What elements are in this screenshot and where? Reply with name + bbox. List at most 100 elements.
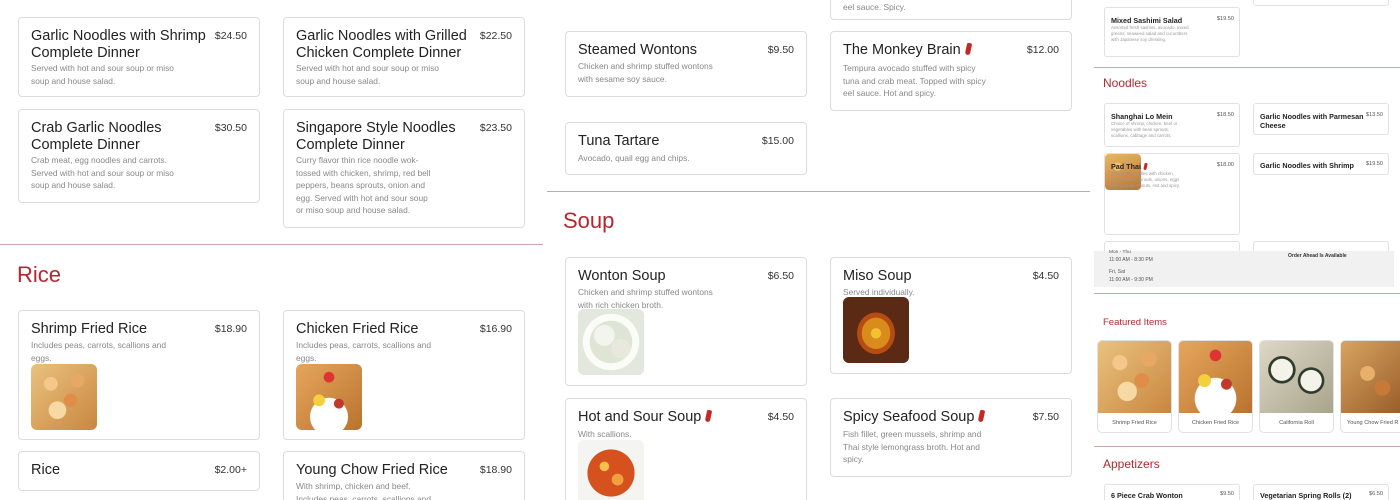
spicy-chili-icon [964,42,972,56]
menu-item-description: Fish fillet, green mussels, shrimp and T… [843,429,982,464]
menu-item-card[interactable]: Vegetarian Spring Rolls (2) $6.50 [1253,484,1389,500]
section-title-noodles: Noodles [1103,76,1148,90]
menu-item-photo [578,309,644,375]
menu-item-name-text: Hot and Sour Soup [578,409,702,425]
featured-item-card[interactable]: Shrimp Fried Rice [1097,340,1172,433]
featured-item-label: California Roll [1279,420,1314,426]
menu-item-price: $9.50 [1220,491,1234,497]
menu-item-description: Thai glass noodles with chicken, shrimp,… [1111,171,1180,188]
menu-item-card[interactable]: Miso Soup $4.50 Served individually. [830,257,1072,374]
menu-item-card[interactable]: Steamed Wontons $9.50 Chicken and shrimp… [565,31,807,97]
menu-item-card[interactable]: Hot and Sour Soup $4.50 With scallions. [565,398,807,500]
menu-item-card[interactable]: Mixed Sashimi Salad $19.50 Assorted fres… [1104,7,1240,57]
menu-item-card[interactable]: Garlic Noodles with Shrimp $19.50 [1253,153,1389,175]
menu-item-price: $19.50 [1365,161,1383,167]
menu-item-name: Tuna Tartare [578,133,660,149]
section-divider [0,244,543,245]
menu-item-name: Hot and Sour Soup [578,409,713,426]
menu-item-price: $9.50 [767,44,794,56]
menu-item-price: $6.50 [1369,491,1383,497]
menu-item-price: $22.50 [479,30,512,42]
menu-item-name-text: Spicy Seafood Soup [843,409,975,425]
featured-item-photo [1260,341,1333,413]
featured-item-photo [1098,341,1171,413]
menu-panel-right-preview: Mixed Sashimi Salad $19.50 Assorted fres… [1094,0,1400,500]
menu-item-description: Chicken and shrimp stuffed wontons with … [578,287,713,310]
menu-item-price: $18.00 [1216,162,1234,168]
section-title-rice: Rice [17,262,62,287]
menu-item-card[interactable]: Shanghai Lo Mein $18.50 Choice of shrimp… [1104,103,1240,147]
section-divider [547,191,1090,192]
menu-item-card[interactable]: Garlic Noodles with Shrimp Complete Dinn… [18,17,260,97]
menu-item-name: Wonton Soup [578,268,666,284]
menu-item-card[interactable]: Pad Thai $18.00 Thai glass noodles with … [1104,153,1240,235]
menu-item-name: Vegetarian Spring Rolls (2) [1260,491,1352,500]
menu-item-name: Mixed Sashimi Salad [1111,16,1183,25]
menu-item-card[interactable]: Rice $2.00+ [18,451,260,491]
menu-item-card[interactable]: Shrimp Fried Rice $18.90 Includes peas, … [18,310,260,440]
featured-item-photo [1341,341,1400,413]
menu-item-card[interactable]: Spicy Seafood Soup $7.50 Fish fillet, gr… [830,398,1072,477]
menu-item-card[interactable]: Crab Garlic Noodles Complete Dinner $30.… [18,109,260,203]
featured-item-card[interactable]: Young Chow Fried R [1340,340,1400,433]
menu-item-card[interactable]: Young Chow Fried Rice $18.90 With shrimp… [283,451,525,500]
menu-item-price: $15.00 [761,135,794,147]
menu-item-description: Avocado, quail egg and chips. [578,153,690,163]
menu-item-name: Garlic Noodles with Shrimp [1260,161,1354,170]
section-title-featured: Featured Items [1103,317,1167,328]
menu-item-description: Assorted fresh sashimi, avocado, mixed g… [1111,25,1189,42]
menu-item-name: The Monkey Brain [843,42,972,59]
menu-item-card[interactable]: Garlic Noodles with Parmesan Cheese $13.… [1253,103,1389,135]
menu-item-card[interactable]: 6 Piece Crab Wonton $9.50 [1104,484,1240,500]
menu-item-card[interactable]: Chicken Fried Rice $16.90 Includes peas,… [283,310,525,440]
menu-item-description: Served with hot and sour soup or miso so… [31,63,174,86]
menu-item-price: $18.90 [214,323,247,335]
menu-item-description: With scallions. [578,429,632,439]
menu-item-name: Garlic Noodles with Shrimp Complete Dinn… [31,28,206,61]
menu-item-name: Chicken Fried Rice [296,321,419,337]
menu-item-price: $2.00+ [214,464,247,476]
featured-item-card[interactable]: Chicken Fried Rice [1178,340,1253,433]
menu-item-card[interactable]: Singapore Style Noodles Complete Dinner … [283,109,525,228]
menu-item-name: Garlic Noodles with Grilled Chicken Comp… [296,28,467,61]
featured-item-label: Chicken Fried Rice [1191,420,1240,426]
hours-days: Mon - Thu [1109,250,1131,255]
menu-item-description: Chicken and shrimp stuffed wontons with … [578,61,713,84]
menu-item-card[interactable]: Garlic Noodles with Grilled Chicken Comp… [283,17,525,97]
menu-item-name-text: The Monkey Brain [843,42,961,58]
section-divider [1094,67,1400,68]
menu-item-card[interactable]: Wonton Soup $6.50 Chicken and shrimp stu… [565,257,807,386]
menu-item-description: eel sauce. Spicy. [843,2,906,12]
menu-item-price: $23.50 [479,122,512,134]
hours-days: Fri, Sat [1109,269,1126,275]
section-divider [1094,446,1400,447]
menu-item-card[interactable]: Tuna Tartare $15.00 Avocado, quail egg a… [565,122,807,175]
menu-item-name: Miso Soup [843,268,912,284]
menu-item-name: Garlic Noodles with Parmesan Cheese [1260,112,1364,130]
featured-item-card[interactable]: California Roll [1259,340,1334,433]
menu-item-name: Shanghai Lo Mein [1111,112,1173,121]
menu-item-price: $13.50 [1365,112,1383,118]
section-divider [1094,293,1400,294]
menu-item-name: 6 Piece Crab Wonton [1111,491,1183,500]
menu-item-name: Spicy Seafood Soup [843,409,986,426]
menu-item-name: Crab Garlic Noodles Complete Dinner [31,120,162,153]
menu-item-price: $4.50 [1032,270,1059,282]
menu-item-name: Young Chow Fried Rice [296,462,448,478]
menu-item-description: Crab meat, egg noodles and carrots. Serv… [31,155,174,190]
menu-item-card[interactable]: The Monkey Brain $12.00 Tempura avocado … [830,31,1072,111]
menu-item-price: $18.50 [1216,112,1234,118]
menu-item-name-text: Pad Thai [1111,162,1141,171]
menu-item-name: Pad Thai [1111,162,1148,171]
menu-item-card[interactable]: eel sauce. Spicy. [830,0,1072,20]
menu-item-name: Singapore Style Noodles Complete Dinner [296,120,456,153]
menu-item-price: $24.50 [214,30,247,42]
order-ahead-notice: Order Ahead Is Available [1288,253,1347,259]
featured-item-label: Shrimp Fried Rice [1112,420,1157,426]
menu-item-photo [578,440,644,500]
menu-item-price: $18.90 [479,464,512,476]
menu-item-price: $16.90 [479,323,512,335]
hours-time: 11:00 AM - 8:30 PM [1109,257,1153,263]
menu-item-card[interactable] [1253,0,1389,6]
section-title-soup: Soup [563,208,615,233]
